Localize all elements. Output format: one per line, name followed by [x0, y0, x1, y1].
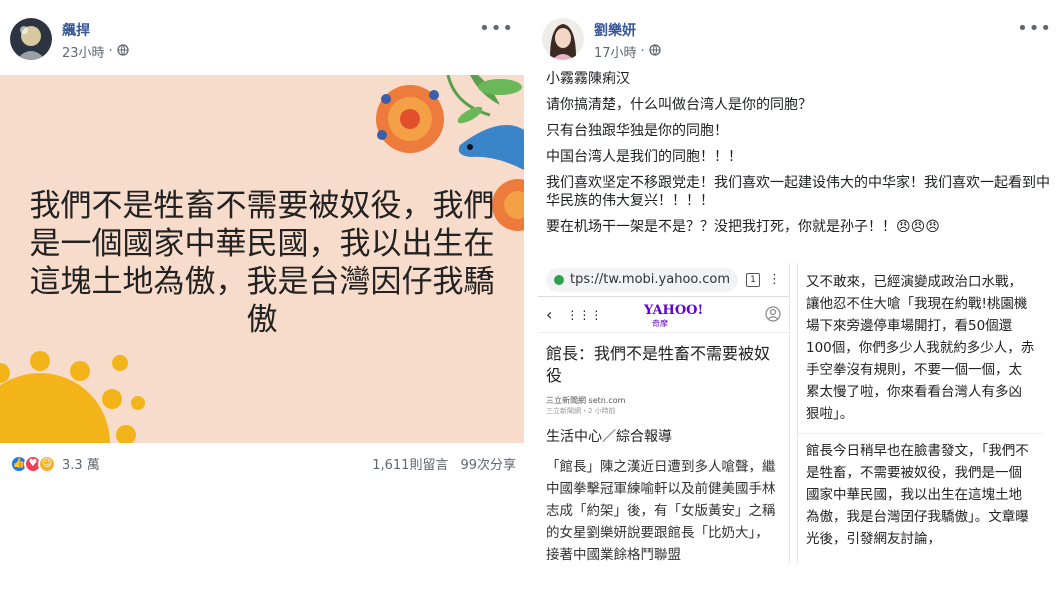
post-image-text: 我們不是牲畜不需要被奴役，我們是一個國家中華民國，我以出生在這塊土地為傲，我是台… — [29, 188, 495, 338]
url-text: tps://tw.mobi.yahoo.com — [570, 272, 731, 287]
post-time[interactable]: 17小時 — [594, 42, 637, 61]
article-continued: 又不敢來，已經演變成政治口水戰，讓他忍不住大嗆「我現在約戰!桃園機場下來旁邊停車… — [806, 274, 1035, 422]
profile-icon[interactable] — [765, 306, 781, 326]
author-name[interactable]: 劉樂妍 — [594, 20, 636, 40]
haha-icon: ☺ — [38, 454, 56, 473]
menu-dots-icon[interactable]: ⋮ — [768, 272, 781, 287]
embedded-screenshot-left[interactable]: tps://tw.mobi.yahoo.com 1 ⋮ ‹ ⋮⋮⋮ YAHOO!… — [538, 263, 790, 563]
right-post-header: 劉樂妍 17小時 · ••• — [542, 14, 1054, 62]
post-time[interactable]: 23小時 — [62, 42, 105, 61]
post-line: 中国台湾人是我们的同胞！！！ — [546, 149, 742, 165]
post-line: 小霧霧陳痢汉 — [546, 71, 630, 87]
yahoo-sub: 奇摩 — [652, 319, 668, 328]
post-line: 请你搞清楚，什么叫做台湾人是你的同胞？ — [546, 97, 812, 113]
reaction-count[interactable]: 3.3 萬 — [62, 454, 100, 473]
post-image[interactable]: 我們不是牲畜不需要被奴役，我們是一個國家中華民國，我以出生在這塊土地為傲，我是台… — [0, 75, 524, 443]
lock-icon — [554, 274, 564, 285]
article-source-time: 三立新聞網・2 小時前 — [546, 407, 616, 415]
post-meta: 23小時 · — [62, 42, 129, 61]
article-source: 三立新聞網 setn.com — [546, 396, 626, 405]
left-post: 飆捍 23小時 · ••• 我們不是牲畜不需要被奴役，我們是一個國家中華民國，我… — [0, 0, 524, 596]
engagement-counts: 1,611則留言 99次分享 — [372, 454, 516, 473]
browser-bar: tps://tw.mobi.yahoo.com 1 ⋮ — [538, 263, 789, 297]
post-line: 要在机场干一架是不是？？没把我打死，你就是孙子！！😠😠😠 — [546, 219, 940, 235]
more-options-icon[interactable]: ••• — [479, 18, 514, 39]
reactions-summary[interactable]: 👍 ♥ ☺ 3.3 萬 — [10, 454, 100, 473]
avatar[interactable] — [542, 18, 584, 60]
yahoo-header: ‹ ⋮⋮⋮ YAHOO! 奇摩 — [538, 297, 789, 333]
tab-count-icon[interactable]: 1 — [746, 272, 760, 287]
post-line: 只有台独跟华独是你的同胞！ — [546, 123, 728, 139]
article-quote: 館長今日稍早也在臉書發文，「我們不是牲畜，不需要被奴役，我們是一個國家中華民國，… — [798, 433, 1043, 550]
post-meta: 17小時 · — [594, 42, 661, 61]
url-bar[interactable]: tps://tw.mobi.yahoo.com — [546, 267, 739, 292]
left-post-header: 飆捍 23小時 · ••• — [10, 14, 520, 62]
back-icon[interactable]: ‹ — [546, 305, 552, 324]
post-line: 我们喜欢坚定不移跟党走！我们喜欢一起建设伟大的中华家！我们喜欢一起看到中华民族的… — [546, 175, 1050, 209]
embedded-screenshot-right[interactable]: 又不敢來，已經演變成政治口水戰，讓他忍不住大嗆「我現在約戰!桃園機場下來旁邊停車… — [797, 263, 1043, 563]
share-count[interactable]: 99次分享 — [460, 454, 516, 473]
yahoo-logo: YAHOO! — [644, 303, 704, 318]
article-section: 生活中心／綜合報導 — [546, 429, 672, 445]
article-title: 館長：我們不是牲畜不需要被奴役 — [546, 344, 771, 385]
avatar[interactable] — [10, 18, 52, 60]
reaction-bar: 👍 ♥ ☺ 3.3 萬 1,611則留言 99次分享 — [10, 452, 516, 476]
globe-icon — [117, 43, 129, 60]
comment-count[interactable]: 1,611則留言 — [372, 454, 448, 473]
author-name[interactable]: 飆捍 — [62, 20, 90, 40]
grid-icon[interactable]: ⋮⋮⋮ — [566, 308, 602, 322]
more-options-icon[interactable]: ••• — [1017, 18, 1052, 39]
globe-icon — [649, 43, 661, 60]
post-text: 小霧霧陳痢汉 请你搞清楚，什么叫做台湾人是你的同胞？ 只有台独跟华独是你的同胞！… — [546, 70, 1052, 244]
article-body: 「館長」陳之漢近日遭到多人嗆聲，繼中國拳擊冠軍練喻軒以及前健美國手林志成「約架」… — [546, 459, 776, 563]
